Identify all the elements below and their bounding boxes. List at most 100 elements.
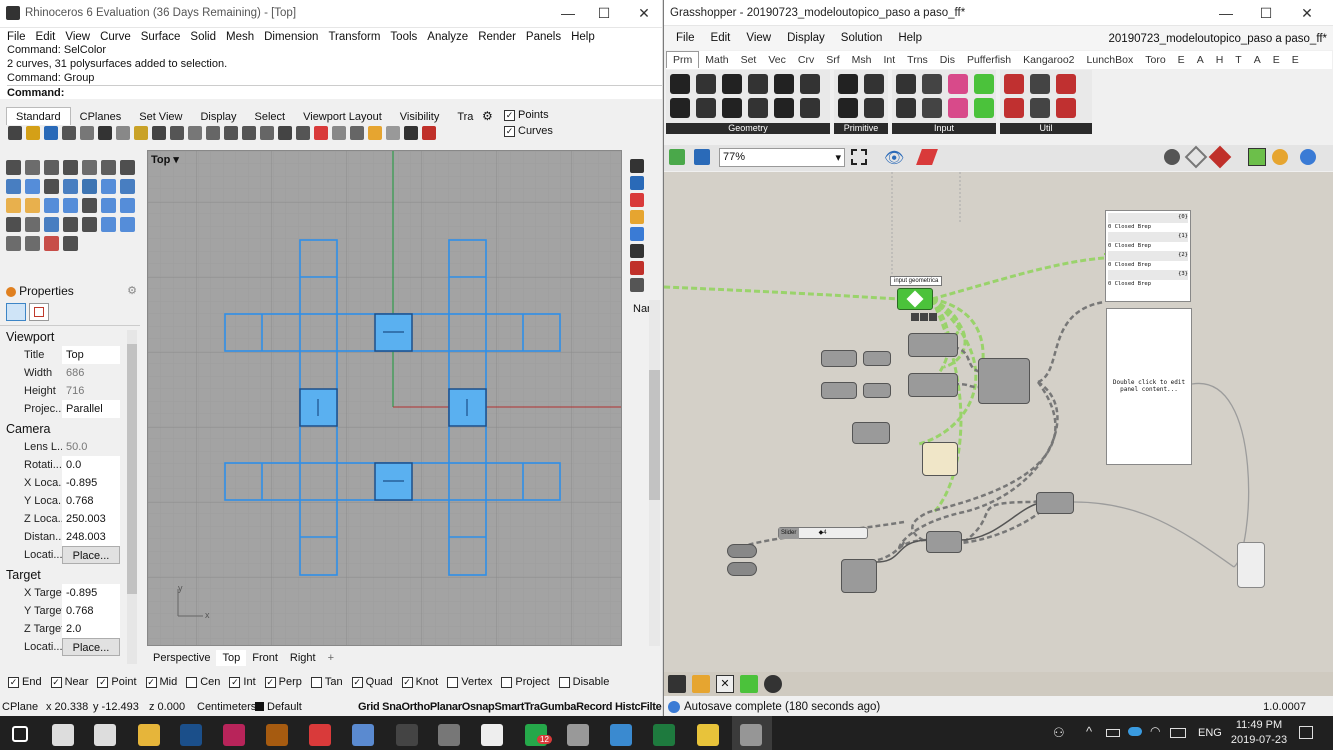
component-icon[interactable]: [948, 98, 968, 118]
component-icon[interactable]: [748, 98, 768, 118]
property-value[interactable]: 2.0: [62, 620, 120, 638]
component-icon[interactable]: [1030, 74, 1050, 94]
tool-icon[interactable]: [25, 198, 40, 213]
notepad-icon[interactable]: [352, 724, 374, 746]
gh-tab[interactable]: A: [1248, 52, 1267, 68]
osnap-option[interactable]: ✓ Quad: [351, 676, 393, 688]
component-icon[interactable]: [748, 74, 768, 94]
toolbar-icon[interactable]: [26, 126, 40, 140]
panel-icon[interactable]: [630, 193, 644, 207]
tool-icon[interactable]: [63, 217, 78, 232]
tool-icon[interactable]: [25, 236, 40, 251]
tool-icon[interactable]: [44, 217, 59, 232]
vector-component[interactable]: [821, 382, 857, 399]
preview-mode-icon[interactable]: [1164, 149, 1180, 165]
gh-tab[interactable]: Msh: [846, 52, 878, 68]
settings-icon[interactable]: ⚙: [127, 284, 137, 297]
gh-canvas[interactable]: input geometrica {0} 0 Closed Brep {1} 0…: [664, 172, 1333, 672]
people-icon[interactable]: ⚇: [1053, 725, 1065, 741]
toolbar-icon[interactable]: [332, 126, 346, 140]
gh-tab[interactable]: Crv: [792, 52, 820, 68]
property-value[interactable]: Top: [62, 346, 120, 364]
osnap-checkbox[interactable]: ✓: [97, 676, 109, 688]
custom-preview-component[interactable]: [1237, 542, 1265, 588]
osnap-checkbox[interactable]: ✓: [401, 676, 413, 688]
osnap-checkbox[interactable]: [447, 676, 459, 688]
component-icon[interactable]: [696, 74, 716, 94]
component-icon[interactable]: [670, 98, 690, 118]
excel-icon[interactable]: [653, 724, 675, 746]
toolbar-icon[interactable]: [350, 126, 364, 140]
osnap-checkbox[interactable]: [186, 676, 198, 688]
component-icon[interactable]: [948, 74, 968, 94]
gh-tab[interactable]: Dis: [934, 52, 961, 68]
component-icon[interactable]: [670, 74, 690, 94]
gh-tab[interactable]: Srf: [820, 52, 845, 68]
data-panel[interactable]: {0} 0 Closed Brep {1} 0 Closed Brep {2} …: [1105, 210, 1191, 302]
tool-icon[interactable]: [101, 179, 116, 194]
layer-label[interactable]: Default: [267, 698, 302, 716]
move-component[interactable]: [908, 333, 958, 357]
panel-icon[interactable]: [630, 210, 644, 224]
gh-menu-item[interactable]: Edit: [703, 29, 739, 47]
tool-icon[interactable]: [25, 217, 40, 232]
search-icon[interactable]: [52, 724, 74, 746]
disable-icon[interactable]: ✕: [716, 675, 734, 693]
curves-filter-checkbox[interactable]: ✓: [504, 126, 515, 137]
clock-date[interactable]: 2019-07-23: [1226, 734, 1292, 746]
osnap-option[interactable]: ✓ Near: [50, 676, 88, 688]
property-value[interactable]: 0.768: [62, 602, 120, 620]
tool-icon[interactable]: [6, 160, 21, 175]
osnap-checkbox[interactable]: ✓: [264, 676, 276, 688]
gh-menu-item[interactable]: Help: [890, 29, 930, 47]
osnap-option[interactable]: ✓ Perp: [264, 676, 302, 688]
gear-icon[interactable]: ⚙: [482, 109, 493, 123]
property-value[interactable]: Parallel: [62, 400, 120, 418]
viewport-tab[interactable]: Perspective: [147, 650, 216, 666]
property-value[interactable]: 686: [62, 364, 120, 382]
ribbon-group-label[interactable]: Primitive: [834, 123, 888, 134]
maximize-button[interactable]: ☐: [589, 5, 619, 22]
toolbar-icon[interactable]: [260, 126, 274, 140]
tool-icon[interactable]: [63, 236, 78, 251]
tool-icon[interactable]: [120, 198, 135, 213]
tool-icon[interactable]: [101, 160, 116, 175]
osnap-checkbox[interactable]: ✓: [50, 676, 62, 688]
sketch-pen-icon[interactable]: [916, 149, 938, 165]
language-indicator[interactable]: ENG: [1198, 727, 1222, 739]
osnap-option[interactable]: Cen: [186, 676, 220, 688]
illustrator-icon[interactable]: [266, 724, 288, 746]
component-icon[interactable]: [800, 74, 820, 94]
toolbar-icon[interactable]: [278, 126, 292, 140]
osnap-option[interactable]: ✓ End: [8, 676, 42, 688]
points-filter-checkbox[interactable]: ✓: [504, 110, 515, 121]
file-explorer-icon[interactable]: [138, 724, 160, 746]
osnap-option[interactable]: Disable: [558, 676, 609, 688]
component-icon[interactable]: [1030, 98, 1050, 118]
properties-scrollbar[interactable]: [127, 330, 137, 664]
gradient-small-component[interactable]: [1036, 492, 1074, 514]
unit-vector-component[interactable]: [863, 351, 891, 366]
toolbar-tab[interactable]: Visibility: [391, 108, 449, 125]
wifi-icon[interactable]: ◠: [1150, 724, 1160, 738]
toolbar-icon[interactable]: [242, 126, 256, 140]
toolbar-tab[interactable]: Tra: [448, 108, 482, 125]
toolbar-tab[interactable]: Set View: [130, 108, 191, 125]
boolean-toggle-off[interactable]: [727, 562, 757, 576]
battery-icon[interactable]: [1106, 729, 1120, 737]
command-prompt[interactable]: Command:: [7, 85, 662, 100]
tool-icon[interactable]: [120, 160, 135, 175]
osnap-option[interactable]: ✓ Knot: [401, 676, 438, 688]
gh-menu-item[interactable]: Solution: [833, 29, 891, 47]
gh-tab[interactable]: E: [1172, 52, 1191, 68]
tool-icon[interactable]: [6, 236, 21, 251]
flame-icon[interactable]: [692, 675, 710, 693]
minimize-button[interactable]: —: [553, 5, 583, 21]
preview-eye-icon[interactable]: 👁: [884, 148, 904, 168]
toolbar-icon[interactable]: [296, 126, 310, 140]
osnap-option[interactable]: ✓ Mid: [145, 676, 177, 688]
property-value[interactable]: 250.003: [62, 510, 120, 528]
material-icon[interactable]: [1272, 149, 1288, 165]
cloud-icon[interactable]: [1128, 727, 1142, 736]
grasshopper-icon[interactable]: [764, 675, 782, 693]
